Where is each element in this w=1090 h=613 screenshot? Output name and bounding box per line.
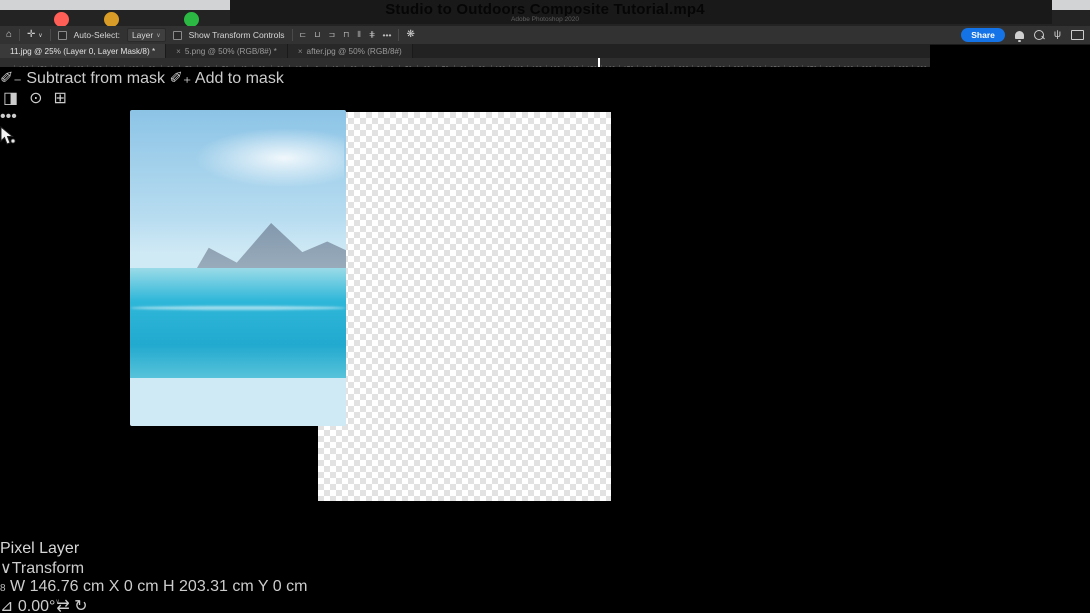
auto-select-dropdown[interactable]: Layer ∨ xyxy=(126,28,166,42)
document-tab-bar: 11.jpg @ 25% (Layer 0, Layer Mask/8) * ×… xyxy=(0,44,930,58)
x-field[interactable]: 0 cm xyxy=(124,578,159,595)
close-tab-icon[interactable]: × xyxy=(298,47,303,56)
brush-plus-icon: ✐₊ xyxy=(169,70,192,87)
brush-minus-icon: ✐₋ xyxy=(0,70,22,87)
learn-icon[interactable]: ψ xyxy=(1054,30,1061,40)
width-field[interactable]: 146.76 cm xyxy=(30,578,105,595)
close-window-button[interactable] xyxy=(54,12,69,27)
move-tool-icon[interactable]: ✛ ∨ xyxy=(27,30,43,40)
app-subtitle: Adobe Photoshop 2020 xyxy=(511,16,579,23)
taskbar-more-icon[interactable]: ••• xyxy=(0,108,17,125)
align-right-icon[interactable]: ⊐ xyxy=(328,30,335,40)
clouds xyxy=(194,128,344,188)
distribute-h-icon[interactable]: ⫴ xyxy=(357,30,360,40)
arrange-icon[interactable] xyxy=(1071,30,1084,40)
studio-image-checkerboard[interactable] xyxy=(318,112,611,501)
angle-icon: ⊿ xyxy=(0,598,14,613)
minimize-window-button[interactable] xyxy=(104,12,119,27)
align-icons-row: ⊏ ⊔ ⊐ ⊓ ⫴ ⋕ xyxy=(300,30,376,40)
notifications-icon[interactable] xyxy=(1014,31,1024,42)
options-bar: ⌂ ✛ ∨ Auto-Select: Layer ∨ Show Transform… xyxy=(0,26,1090,45)
workspace-icon[interactable]: ❋ xyxy=(406,30,414,40)
subtract-from-mask-button[interactable]: ✐₋ Subtract from mask xyxy=(0,70,169,87)
search-icon[interactable] xyxy=(1033,30,1044,40)
height-field[interactable]: 203.31 cm xyxy=(179,578,254,595)
screenshot-root: Studio to Outdoors Composite Tutorial.mp… xyxy=(0,0,1090,613)
sea xyxy=(130,268,346,378)
distribute-v-icon[interactable]: ⋕ xyxy=(369,30,376,40)
document-tab[interactable]: × 5.png @ 50% (RGB/8#) * xyxy=(166,44,288,58)
auto-select-checkbox[interactable] xyxy=(57,30,67,40)
y-field[interactable]: 0 cm xyxy=(273,578,308,595)
layer-type-label: Pixel Layer xyxy=(0,540,80,557)
document-tab[interactable]: × after.jpg @ 50% (RGB/8#) xyxy=(287,44,413,58)
show-transform-label: Show Transform Controls xyxy=(188,30,285,40)
refine-mask-icon[interactable]: ⊙ xyxy=(29,88,42,108)
angle-field[interactable]: 0.00° ∨ xyxy=(18,598,60,613)
zoom-window-button[interactable] xyxy=(184,12,199,27)
align-center-h-icon[interactable]: ⊔ xyxy=(314,30,320,40)
share-button[interactable]: Share xyxy=(961,28,1005,42)
ruler-position-marker xyxy=(598,58,600,67)
align-left-icon[interactable]: ⊏ xyxy=(300,30,307,40)
flip-vertical-icon[interactable]: ↻ xyxy=(74,598,87,613)
add-to-mask-button[interactable]: ✐₊ Add to mask xyxy=(169,70,283,87)
taskbar-icons: ◨ ⊙ ⊞ xyxy=(0,88,930,108)
document-tab[interactable]: 11.jpg @ 25% (Layer 0, Layer Mask/8) * xyxy=(0,44,167,58)
transform-section-header[interactable]: ∨Transform xyxy=(0,558,1090,578)
show-transform-checkbox[interactable] xyxy=(172,30,182,40)
auto-select-label: Auto-Select: xyxy=(73,30,120,40)
link-dimensions-icon[interactable]: 8 xyxy=(0,583,6,594)
close-tab-icon[interactable]: × xyxy=(176,47,181,56)
mouse-cursor xyxy=(0,125,16,145)
canvas-area[interactable]: ✐₋ Subtract from mask ✐₊ Add to mask ◨ ⊙ ⊞… xyxy=(0,68,930,535)
horizontal-ruler: 1601501401301201101009080706050403020100… xyxy=(0,58,930,68)
sea-foam-streak xyxy=(130,306,346,310)
home-icon[interactable]: ⌂ xyxy=(6,30,12,40)
select-and-mask-icon[interactable]: ⊞ xyxy=(54,88,67,108)
beach-composite-image[interactable] xyxy=(130,110,346,426)
more-options-icon[interactable]: ••• xyxy=(383,30,392,40)
flip-horizontal-icon[interactable]: ⇄ xyxy=(56,598,69,613)
align-top-icon[interactable]: ⊓ xyxy=(343,30,349,40)
mask-invert-icon[interactable]: ◨ xyxy=(3,88,18,108)
